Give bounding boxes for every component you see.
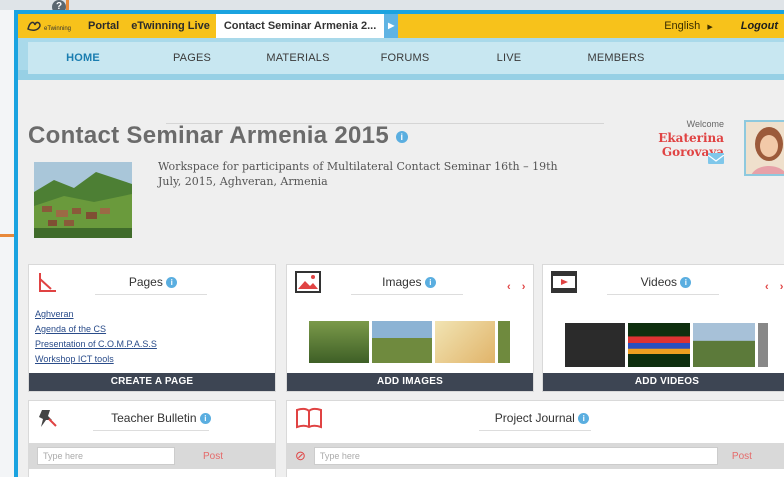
journal-input[interactable]: Type here	[313, 447, 718, 465]
page-link-aghveran[interactable]: Aghveran	[35, 307, 157, 322]
pin-icon	[37, 407, 59, 429]
nav-forums[interactable]: FORUMS	[350, 52, 460, 64]
page-link-presentation[interactable]: Presentation of C.O.M.P.A.S.S	[35, 337, 157, 352]
bulletin-input-row: Type here Post	[29, 443, 275, 469]
avatar[interactable]	[744, 120, 784, 176]
bulletin-input[interactable]: Type here	[37, 447, 175, 465]
etwinning-live-link[interactable]: eTwinning Live	[125, 14, 216, 38]
pages-title-text: Pages	[128, 275, 163, 289]
gallery-video[interactable]	[628, 323, 690, 367]
images-gallery	[309, 321, 510, 363]
page-title-text: Contact Seminar Armenia 2015	[28, 122, 389, 149]
mail-icon[interactable]	[707, 153, 725, 164]
background-accent-line	[0, 234, 14, 237]
etwinning-logo-icon	[27, 21, 41, 31]
bulletin-title-text: Teacher Bulletin	[111, 411, 197, 425]
journal-title-text: Project Journal	[494, 411, 575, 425]
create-page-button[interactable]: CREATE A PAGE	[29, 373, 275, 391]
pages-card-title: Pages i	[99, 275, 207, 289]
videos-gallery	[565, 323, 768, 367]
welcome-label: Welcome	[686, 119, 724, 129]
add-images-button[interactable]: ADD IMAGES	[287, 373, 533, 391]
videos-card: Videos i ‹ › ADD VIDEOS	[542, 264, 784, 392]
teacher-bulletin-title: Teacher Bulletin i	[101, 411, 221, 425]
images-carousel-arrows[interactable]: ‹ ›	[507, 281, 529, 293]
card-divider	[95, 294, 207, 295]
add-videos-button[interactable]: ADD VIDEOS	[543, 373, 784, 391]
nav-pages[interactable]: PAGES	[138, 52, 246, 64]
card-divider	[351, 294, 463, 295]
videos-carousel-arrows[interactable]: ‹ ›	[765, 281, 784, 293]
language-label: English	[664, 20, 701, 32]
info-icon[interactable]: i	[680, 277, 692, 289]
gallery-video[interactable]	[693, 323, 755, 367]
video-icon	[551, 271, 577, 293]
page-link-agenda[interactable]: Agenda of the CS	[35, 322, 157, 337]
portal-link[interactable]: Portal	[82, 14, 125, 38]
gallery-image[interactable]	[309, 321, 369, 363]
tab-contact-seminar[interactable]: Contact Seminar Armenia 2...	[215, 14, 385, 38]
info-icon[interactable]: i	[395, 130, 408, 143]
project-journal-title: Project Journal i	[477, 411, 607, 425]
tab-arrow-icon[interactable]: ▶	[384, 14, 399, 38]
page-link-workshop[interactable]: Workshop ICT tools	[35, 352, 157, 367]
nav-materials[interactable]: MATERIALS	[246, 52, 350, 64]
gallery-image[interactable]	[435, 321, 495, 363]
language-selector[interactable]: English ▶	[664, 20, 713, 32]
chevron-right-icon: ▶	[707, 24, 713, 31]
pages-link-list: Aghveran Agenda of the CS Presentation o…	[35, 307, 157, 367]
nav-members[interactable]: MEMBERS	[558, 52, 674, 64]
paperclip-icon[interactable]: ⊘	[295, 448, 306, 464]
logo-text: eTwinning	[44, 26, 72, 32]
images-card: Images i ‹ › ADD IMAGES	[286, 264, 534, 392]
project-description: Workspace for participants of Multilater…	[158, 160, 558, 188]
images-card-title: Images i	[355, 275, 463, 289]
bulletin-post-button[interactable]: Post	[203, 451, 223, 462]
logout-link[interactable]: Logout	[741, 20, 778, 32]
etwinning-logo[interactable]: eTwinning	[18, 14, 78, 38]
info-icon[interactable]: i	[424, 277, 436, 289]
image-icon	[295, 271, 321, 293]
journal-input-row: ⊘ Type here Post	[287, 443, 784, 469]
top-bar: eTwinning Portal eTwinning Live Contact …	[18, 14, 784, 38]
videos-title-text: Videos	[640, 275, 678, 289]
journal-post-button[interactable]: Post	[732, 451, 752, 462]
card-divider	[607, 294, 719, 295]
browser-window: eTwinning Portal eTwinning Live Contact …	[14, 10, 784, 477]
card-divider	[93, 430, 209, 431]
project-thumbnail	[34, 162, 132, 238]
background-accent-line	[66, 0, 69, 10]
info-icon[interactable]: i	[578, 413, 590, 425]
welcome-box: Welcome Ekaterina Gorovaya	[618, 119, 725, 164]
nav-home[interactable]: HOME	[28, 52, 138, 64]
info-icon[interactable]: i	[199, 413, 211, 425]
gallery-video[interactable]	[565, 323, 625, 367]
project-journal-card: Project Journal i ⊘ Type here Post	[286, 400, 784, 477]
gallery-video[interactable]	[758, 323, 768, 367]
info-icon[interactable]: i	[166, 277, 178, 289]
background-strip	[0, 0, 784, 10]
nav-live[interactable]: LIVE	[460, 52, 558, 64]
images-title-text: Images	[382, 275, 422, 289]
gallery-image[interactable]	[372, 321, 432, 363]
main-nav: HOME PAGES MATERIALS FORUMS LIVE MEMBERS	[18, 38, 784, 80]
page-icon	[37, 271, 59, 293]
videos-card-title: Videos i	[611, 275, 721, 289]
page-title: Contact Seminar Armenia 2015 i	[28, 122, 408, 150]
card-divider	[479, 430, 591, 431]
teacher-bulletin-card: Teacher Bulletin i Type here Post	[28, 400, 276, 477]
gallery-image[interactable]	[498, 321, 510, 363]
book-icon	[295, 407, 322, 429]
pages-card: Pages i Aghveran Agenda of the CS Presen…	[28, 264, 276, 392]
